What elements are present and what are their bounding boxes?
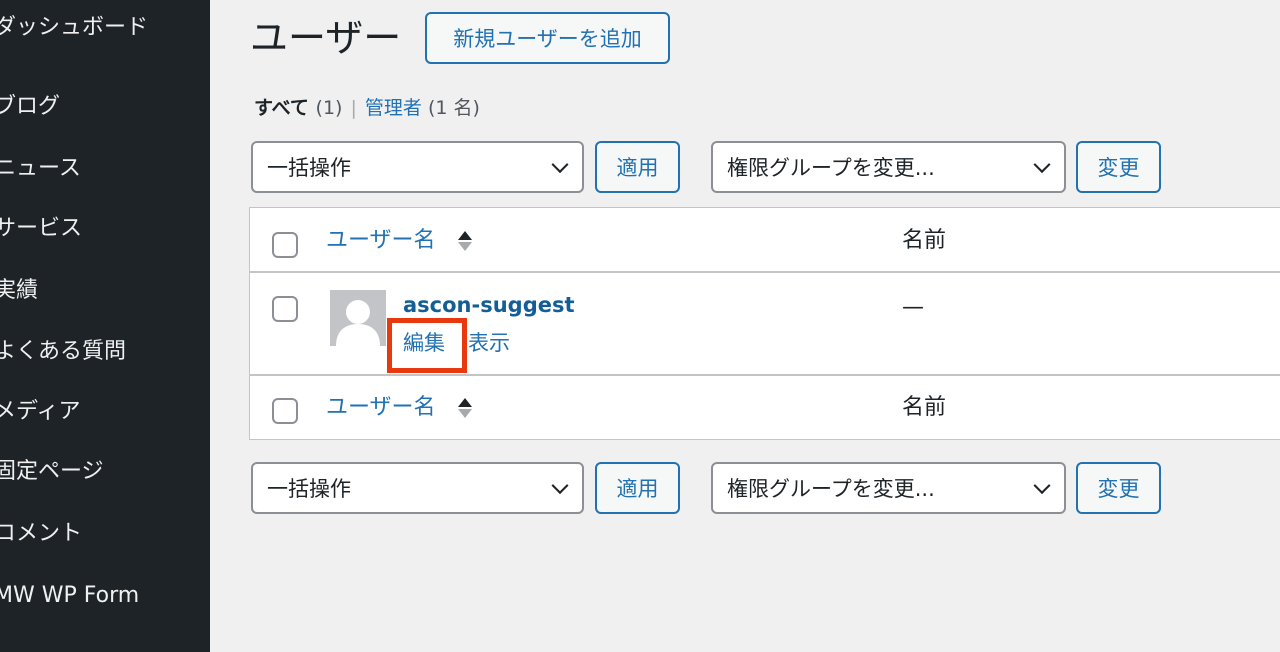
chevron-down-icon: [1033, 156, 1051, 174]
filter-separator: |: [350, 97, 357, 119]
change-role-value: 権限グループを変更...: [727, 156, 935, 180]
sidebar-item-media[interactable]: メディア: [0, 398, 80, 426]
sidebar-item-works[interactable]: 実績: [0, 277, 38, 305]
column-header-name: 名前: [902, 228, 947, 253]
user-display-name: —: [902, 295, 924, 320]
row-checkbox[interactable]: [272, 296, 298, 322]
sort-icon[interactable]: [458, 394, 472, 422]
default-avatar-icon: [330, 290, 386, 346]
filter-all[interactable]: すべて (1): [254, 97, 342, 119]
apply-button-top[interactable]: 適用: [595, 141, 680, 193]
row-divider: [250, 271, 1280, 273]
column-footer-username[interactable]: ユーザー名: [326, 394, 436, 422]
sidebar-item-faq[interactable]: よくある質問: [0, 338, 126, 366]
sidebar-item-news[interactable]: ニュース: [0, 155, 81, 183]
bulk-action-select-bottom[interactable]: 一括操作: [251, 462, 584, 514]
change-role-value: 権限グループを変更...: [727, 477, 935, 501]
sidebar-item-blog[interactable]: ブログ: [0, 93, 60, 121]
avatar: [330, 290, 386, 346]
column-header-username[interactable]: ユーザー名: [326, 227, 436, 255]
page-title: ユーザー: [250, 16, 402, 60]
chevron-down-icon: [551, 156, 569, 174]
apply-button-bottom[interactable]: 適用: [595, 462, 680, 514]
change-role-select-bottom[interactable]: 権限グループを変更...: [711, 462, 1066, 514]
username-link[interactable]: ascon-suggest: [403, 291, 575, 319]
select-all-checkbox-bottom[interactable]: [272, 398, 298, 424]
chevron-down-icon: [551, 477, 569, 495]
bulk-action-value: 一括操作: [267, 156, 351, 180]
sidebar-item-service[interactable]: サービス: [0, 215, 82, 243]
chevron-down-icon: [1033, 477, 1051, 495]
user-filter-links: すべて (1) | 管理者 (1 名): [254, 95, 480, 121]
change-role-select-top[interactable]: 権限グループを変更...: [711, 141, 1066, 193]
sidebar-item-pages[interactable]: 固定ページ: [0, 458, 104, 486]
change-role-button-top[interactable]: 変更: [1076, 141, 1161, 193]
bulk-action-select-top[interactable]: 一括操作: [251, 141, 584, 193]
row-divider: [250, 374, 1280, 376]
sidebar-item-dashboard[interactable]: ダッシュボード: [0, 14, 148, 42]
filter-administrator[interactable]: 管理者 (1 名): [365, 97, 480, 119]
select-all-checkbox-top[interactable]: [272, 232, 298, 258]
sidebar-item-mw-wp-form[interactable]: MW WP Form: [0, 582, 139, 610]
users-table: ユーザー名 名前 ascon-suggest 編集 表示 — ユーザー名 名前: [249, 207, 1280, 440]
view-user-link[interactable]: 表示: [468, 329, 510, 357]
change-role-button-bottom[interactable]: 変更: [1076, 462, 1161, 514]
bulk-action-value: 一括操作: [267, 477, 351, 501]
sidebar-item-comments[interactable]: コメント: [0, 520, 82, 548]
edit-user-link[interactable]: 編集: [403, 329, 445, 357]
add-new-user-button[interactable]: 新規ユーザーを追加: [425, 12, 670, 64]
admin-sidebar: ダッシュボード ブログ ニュース サービス 実績 よくある質問 メディア 固定ペ…: [0, 0, 210, 652]
column-footer-name: 名前: [902, 395, 947, 420]
sort-icon[interactable]: [458, 227, 472, 255]
